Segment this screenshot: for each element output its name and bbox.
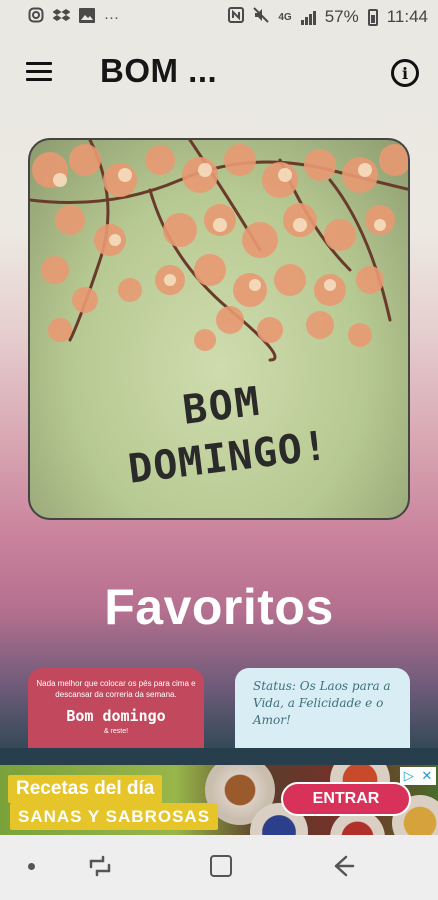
ad-subline: SANAS Y SABROSAS	[10, 803, 219, 830]
app-bar: BOM ... i	[0, 34, 438, 112]
battery-percent: 57%	[324, 7, 359, 26]
4g-icon: 4G	[278, 11, 292, 23]
system-nav-bar	[0, 835, 438, 900]
favorites-title: Favoritos	[104, 579, 334, 635]
home-square-icon[interactable]	[210, 855, 232, 877]
back-arrow-icon[interactable]	[330, 853, 356, 884]
hamburger-menu-icon[interactable]	[26, 62, 52, 82]
favorite-card-title: Bom domingo	[66, 707, 166, 725]
status-left: ···	[28, 7, 119, 27]
favorite-card-caption: Status: Os Laos para a Vida, a Felicidad…	[253, 679, 391, 727]
clock: 11:44	[386, 7, 428, 26]
ad-banner[interactable]: Recetas del día SANAS Y SABROSAS ENTRAR …	[0, 765, 438, 835]
nfc-icon	[228, 7, 245, 27]
instagram-icon	[28, 7, 44, 27]
mute-icon	[253, 7, 270, 27]
page-title: BOM ...	[100, 52, 218, 89]
hero-image-card[interactable]: BOM DOMINGO!	[28, 138, 410, 520]
favorite-card-subtitle: & reste!	[103, 728, 129, 735]
ad-headline: Recetas del día	[8, 775, 163, 803]
favorite-card[interactable]: Status: Os Laos para a Vida, a Felicidad…	[235, 668, 410, 748]
close-icon[interactable]: ✕	[421, 768, 432, 784]
status-bar: ··· 4G 57% 11:44	[0, 0, 438, 34]
status-right: 4G 57% 11:44	[228, 7, 428, 27]
home-dot-icon[interactable]	[28, 863, 35, 870]
battery-icon	[367, 8, 378, 26]
ad-enter-button[interactable]: ENTRAR	[281, 782, 411, 816]
favorite-card[interactable]: Nada melhor que colocar os pés para cima…	[28, 668, 204, 748]
info-icon[interactable]: i	[391, 59, 419, 87]
signal-icon	[300, 9, 316, 25]
more-notifications-icon: ···	[104, 8, 119, 26]
favorite-card-caption: Nada melhor que colocar os pés para cima…	[36, 679, 196, 699]
ad-choices[interactable]: ▷ ✕	[400, 767, 436, 785]
ad-divider	[0, 748, 438, 765]
gallery-icon	[79, 7, 95, 27]
recent-apps-icon[interactable]	[87, 853, 113, 884]
adchoices-icon[interactable]: ▷	[404, 768, 414, 784]
dropbox-icon	[52, 8, 71, 27]
